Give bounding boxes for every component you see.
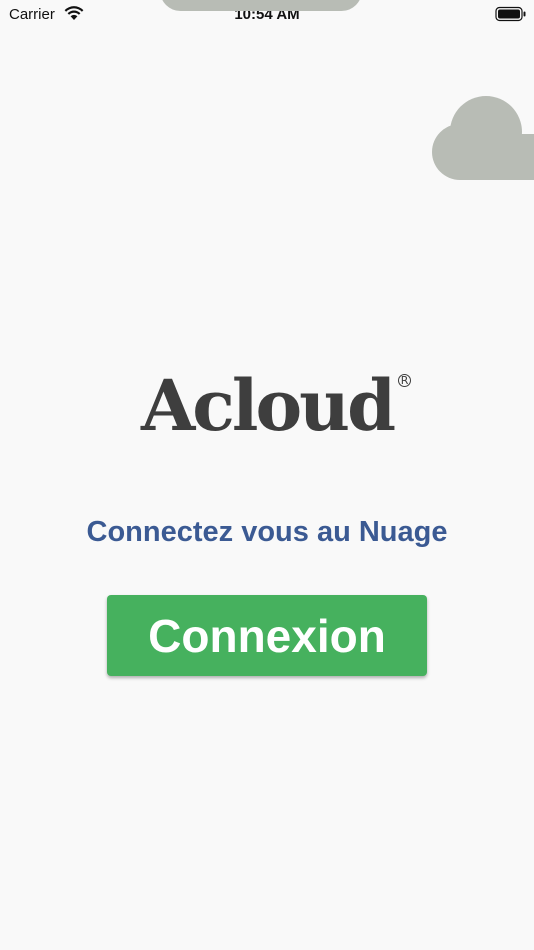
logo-wordmark: Acloud (140, 364, 396, 447)
cloud-icon (432, 96, 534, 180)
logo-text: Acloud R (140, 364, 412, 447)
login-button[interactable]: Connexion (107, 595, 427, 676)
tagline: Connectez vous au Nuage (86, 516, 448, 548)
logo: Acloud R (0, 366, 534, 446)
top-pill-decoration (160, 0, 362, 11)
battery-icon (495, 6, 526, 22)
registered-mark-icon: R (398, 374, 412, 387)
